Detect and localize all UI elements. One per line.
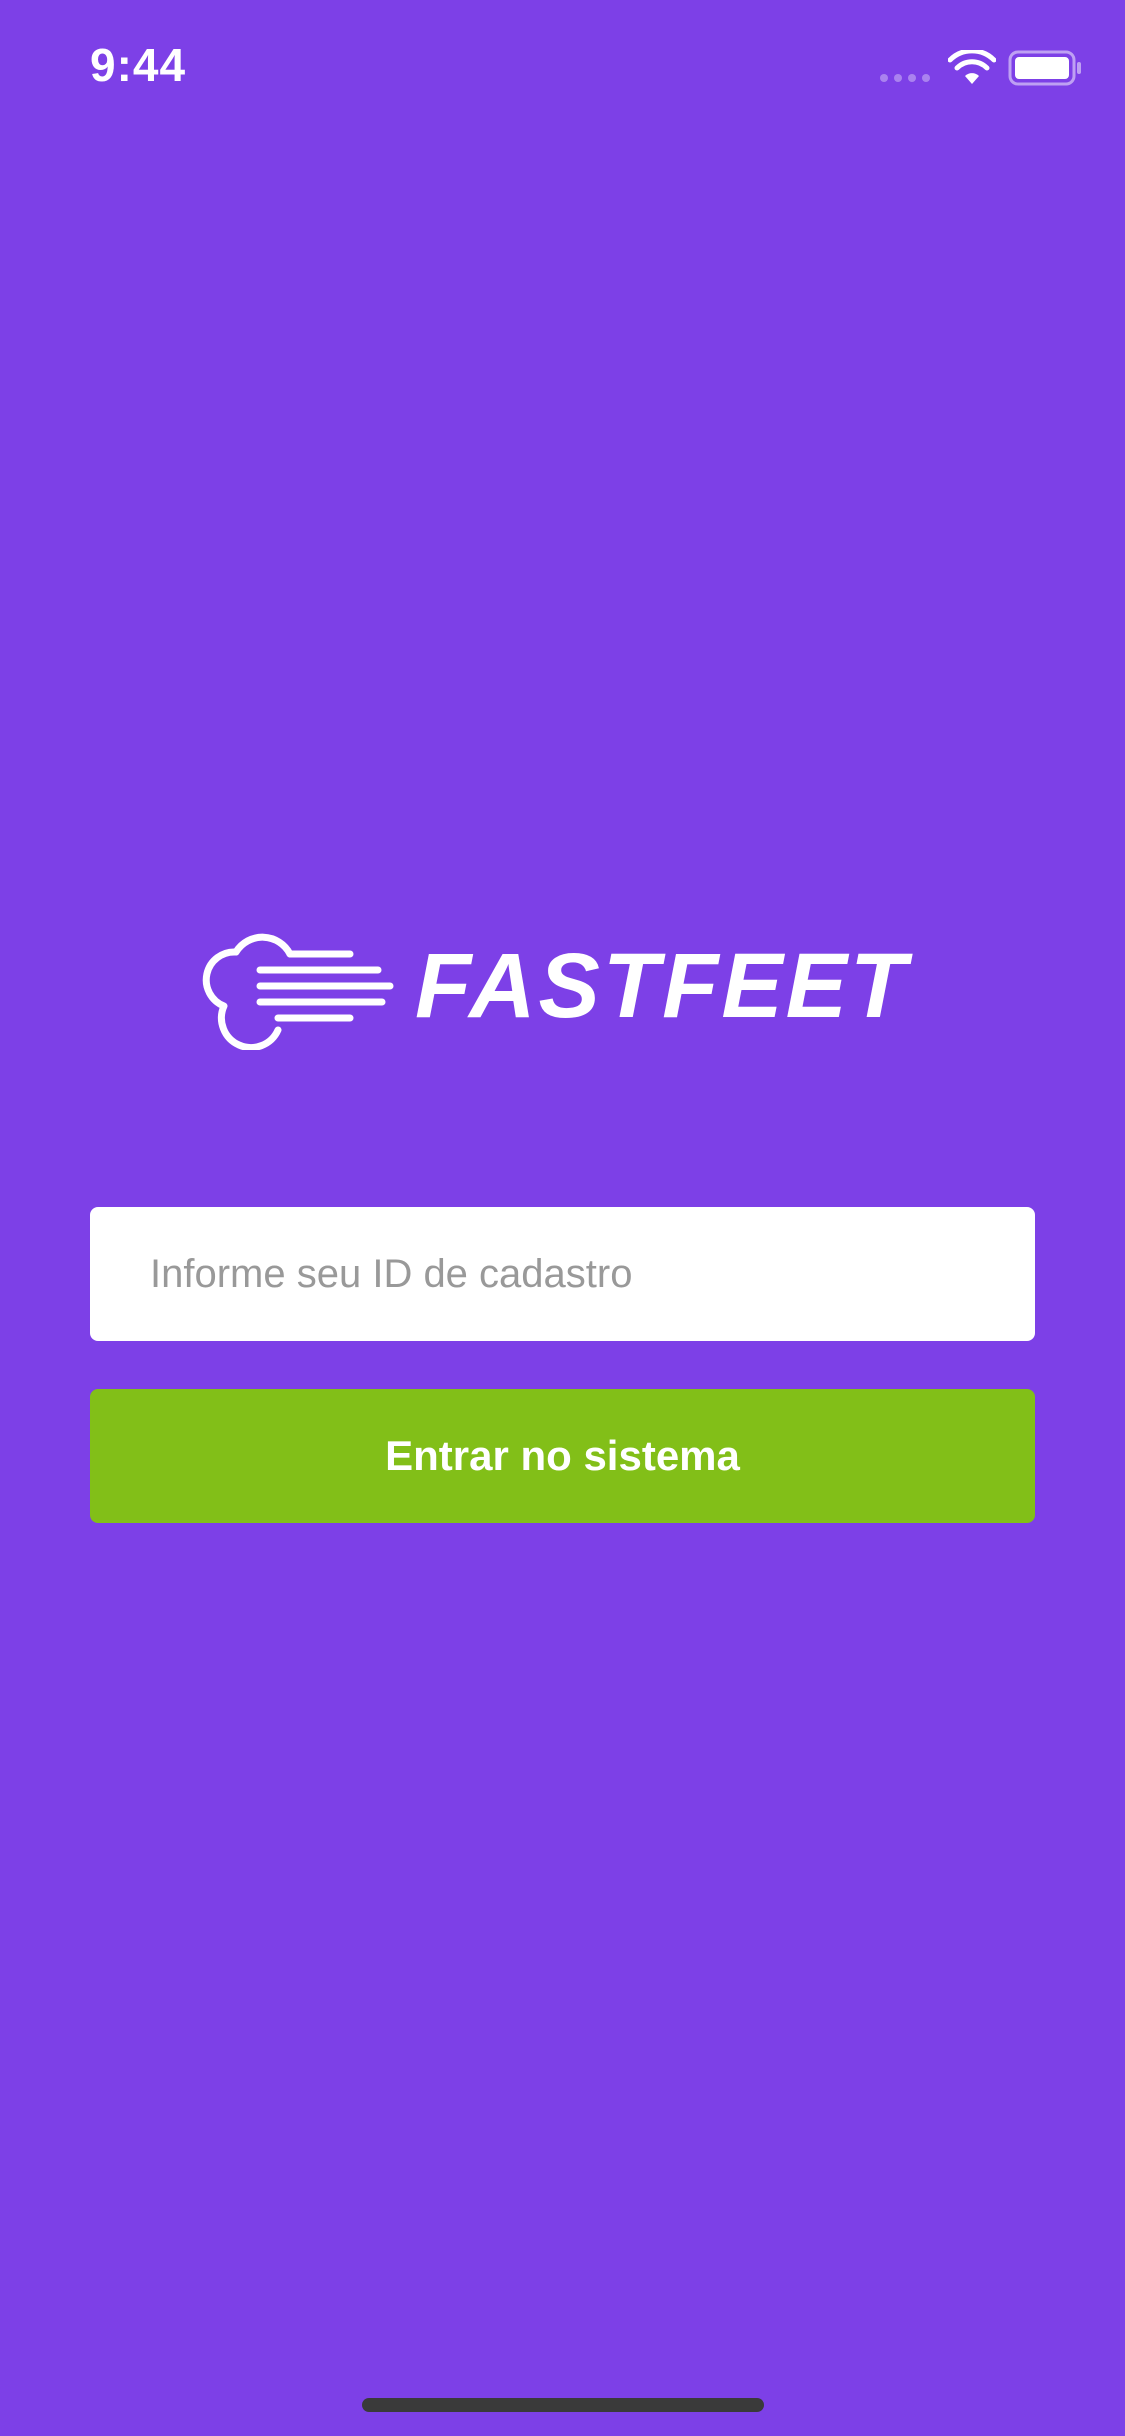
wifi-icon	[948, 50, 996, 84]
wind-cloud-icon	[202, 933, 394, 1050]
cellular-signal-icon	[880, 74, 930, 82]
status-bar: 9:44	[0, 0, 1125, 140]
registration-id-input[interactable]	[90, 1207, 1035, 1341]
brand-name: FASTFEET	[415, 935, 910, 1037]
status-time: 9:44	[90, 39, 187, 91]
login-button[interactable]: Entrar no sistema	[90, 1389, 1035, 1523]
fastfeet-logo: FASTFEET	[200, 920, 920, 1050]
home-indicator[interactable]	[362, 2398, 764, 2412]
battery-icon	[1008, 50, 1081, 86]
